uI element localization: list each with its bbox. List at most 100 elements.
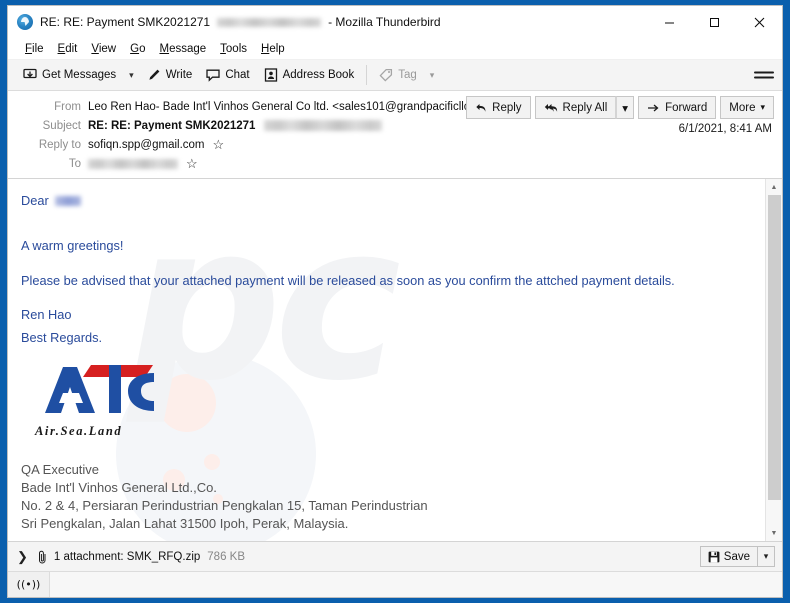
chat-button[interactable]: Chat bbox=[199, 63, 256, 87]
tag-button[interactable]: Tag bbox=[372, 63, 424, 87]
greeting-prefix: Dear bbox=[21, 193, 49, 208]
thunderbird-icon bbox=[17, 14, 33, 30]
status-bar: ((•)) bbox=[8, 571, 782, 597]
sign-regards-line: Best Regards. bbox=[21, 330, 103, 346]
scroll-down-arrow-icon[interactable]: ▼ bbox=[765, 525, 782, 541]
subject-text: RE: RE: Payment SMK2021271 bbox=[88, 119, 256, 132]
thunderbird-window: RE: RE: Payment SMK2021271 - Mozilla Thu… bbox=[7, 5, 783, 598]
attachment-size: 786 KB bbox=[207, 550, 246, 563]
advisory-line: Please be advised that your attached pay… bbox=[21, 272, 675, 288]
menu-edit[interactable]: Edit bbox=[51, 41, 85, 57]
chat-bubble-icon bbox=[206, 68, 220, 82]
menu-bar: File Edit View Go Message Tools Help bbox=[8, 38, 782, 60]
minimize-icon[interactable] bbox=[647, 6, 692, 38]
star-icon-to[interactable]: ☆ bbox=[186, 157, 198, 170]
reply-label: Reply bbox=[492, 101, 522, 114]
body-spacer-4 bbox=[21, 322, 765, 332]
header-row-to: To ☆ bbox=[8, 154, 782, 173]
write-button[interactable]: Write bbox=[140, 63, 200, 87]
menu-view[interactable]: View bbox=[84, 41, 123, 57]
scrollbar-thumb[interactable] bbox=[767, 195, 781, 500]
header-row-replyto: Reply to sofiqn.spp@gmail.com ☆ bbox=[8, 135, 782, 154]
atc-logo: Air.Sea.Land bbox=[33, 363, 159, 439]
to-label: To bbox=[68, 157, 81, 170]
signature-line-1: Bade Int'l Vinhos General Ltd.,Co. bbox=[21, 479, 217, 495]
scroll-up-arrow-icon[interactable]: ▲ bbox=[765, 179, 782, 195]
scrollbar-track[interactable] bbox=[765, 195, 782, 525]
get-messages-dropdown[interactable]: ▾ bbox=[123, 70, 140, 81]
from-address[interactable]: Leo Ren Hao- Bade Int'l Vinhos General C… bbox=[88, 101, 497, 113]
paperclip-icon bbox=[37, 550, 48, 564]
chevron-right-icon[interactable]: ❯ bbox=[17, 550, 28, 563]
tag-label: Tag bbox=[398, 69, 417, 81]
menu-go[interactable]: Go bbox=[123, 41, 152, 57]
pencil-icon bbox=[147, 68, 161, 82]
close-icon[interactable] bbox=[737, 6, 782, 38]
chat-label: Chat bbox=[225, 69, 250, 81]
body-spacer-2 bbox=[21, 253, 765, 275]
attachment-summary[interactable]: 1 attachment: SMK_RFQ.zip bbox=[54, 551, 200, 563]
message-body-area: pc risk.com Dear A warm greetings! Pleas… bbox=[8, 179, 782, 541]
menu-message[interactable]: Message bbox=[152, 41, 213, 57]
address-book-button[interactable]: Address Book bbox=[257, 63, 362, 87]
menu-file[interactable]: File bbox=[18, 41, 51, 57]
body-scrollbar[interactable]: ▲ ▼ bbox=[765, 179, 782, 541]
menu-tools[interactable]: Tools bbox=[213, 41, 254, 57]
window-title: RE: RE: Payment SMK2021271 - Mozilla Thu… bbox=[40, 15, 441, 29]
reply-all-group: Reply All ▾ bbox=[534, 96, 635, 119]
window-title-prefix: RE: RE: Payment SMK2021271 bbox=[40, 15, 211, 29]
get-messages-button[interactable]: Get Messages bbox=[16, 63, 123, 87]
reply-all-label: Reply All bbox=[562, 101, 608, 114]
star-icon-replyto[interactable]: ☆ bbox=[213, 138, 225, 151]
save-attachment-group: Save ▾ bbox=[699, 546, 775, 567]
write-label: Write bbox=[165, 69, 193, 81]
save-disk-icon bbox=[708, 551, 720, 562]
warm-greetings-line: A warm greetings! bbox=[21, 237, 124, 253]
forward-button[interactable]: Forward bbox=[638, 96, 717, 119]
tag-dropdown[interactable]: ▾ bbox=[424, 70, 441, 81]
message-content: Dear A warm greetings! Please be advised… bbox=[21, 193, 765, 533]
reply-to-label: Reply to bbox=[38, 138, 81, 151]
from-value: Leo Ren Hao- Bade Int'l Vinhos General C… bbox=[88, 100, 516, 113]
reply-all-dropdown[interactable]: ▾ bbox=[616, 96, 635, 119]
sign-name-line: Ren Hao bbox=[21, 307, 72, 323]
reply-all-button[interactable]: Reply All bbox=[534, 96, 617, 119]
signature-block: QA Executive Bade Int'l Vinhos General L… bbox=[21, 461, 765, 533]
signature-line-3: Sri Pengkalan, Jalan Lahat 31500 Ipoh, P… bbox=[21, 515, 349, 531]
menu-help[interactable]: Help bbox=[254, 41, 292, 57]
signature-line-2: No. 2 & 4, Persiaran Perindustrian Pengk… bbox=[21, 497, 428, 513]
window-title-suffix: - Mozilla Thunderbird bbox=[328, 15, 441, 29]
window-controls bbox=[647, 6, 782, 38]
subject-value: RE: RE: Payment SMK2021271 bbox=[88, 119, 383, 132]
reply-button[interactable]: Reply bbox=[466, 96, 531, 119]
address-book-icon bbox=[264, 68, 278, 82]
more-label: More bbox=[729, 101, 756, 114]
save-dropdown-chevron-down-icon[interactable]: ▾ bbox=[757, 546, 775, 567]
attachment-bar: ❯ 1 attachment: SMK_RFQ.zip 786 KB Save … bbox=[8, 541, 782, 571]
connection-status-icon[interactable]: ((•)) bbox=[8, 571, 50, 597]
get-messages-label: Get Messages bbox=[42, 69, 117, 81]
message-header: From Leo Ren Hao- Bade Int'l Vinhos Gene… bbox=[8, 91, 782, 179]
tag-icon bbox=[379, 68, 393, 82]
to-redaction bbox=[88, 158, 178, 169]
reply-all-arrow-icon bbox=[544, 103, 557, 112]
status-bar-empty bbox=[50, 571, 782, 597]
reply-to-address[interactable]: sofiqn.spp@gmail.com bbox=[88, 139, 205, 151]
subject-label: Subject bbox=[42, 119, 81, 132]
window-title-redaction bbox=[217, 17, 322, 27]
maximize-icon[interactable] bbox=[692, 6, 737, 38]
from-label: From bbox=[54, 100, 81, 113]
subject-redaction bbox=[264, 120, 383, 131]
atc-logo-mark bbox=[45, 364, 154, 413]
toolbar-separator bbox=[366, 65, 368, 85]
address-book-label: Address Book bbox=[282, 69, 355, 81]
save-button[interactable]: Save bbox=[699, 546, 757, 567]
more-button[interactable]: More ▾ bbox=[720, 96, 774, 119]
signature-line-0: QA Executive bbox=[21, 461, 100, 477]
main-toolbar: Get Messages ▾ Write Chat Address Book T… bbox=[8, 60, 782, 91]
more-chevron-down-icon: ▾ bbox=[760, 102, 765, 112]
get-messages-icon bbox=[23, 68, 37, 82]
atc-logo-tagline: Air.Sea.Land bbox=[35, 423, 123, 438]
app-menu-icon[interactable] bbox=[754, 71, 774, 79]
forward-label: Forward bbox=[665, 101, 708, 114]
